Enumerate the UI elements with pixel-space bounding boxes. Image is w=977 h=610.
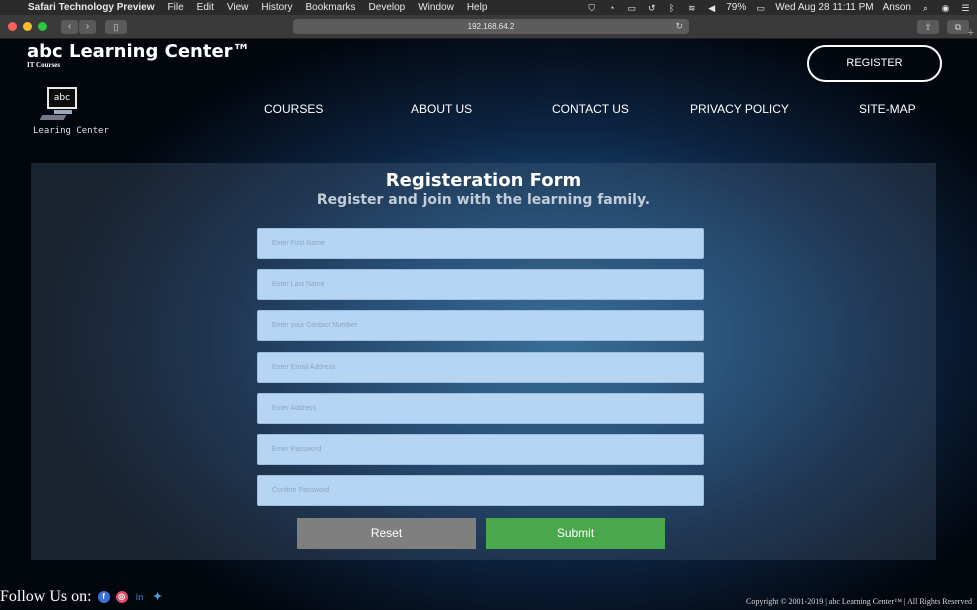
menu-app-name[interactable]: Safari Technology Preview [28, 2, 155, 13]
form-subtitle: Register and join with the learning fami… [316, 192, 651, 208]
instagram-icon[interactable]: ◎ [115, 591, 128, 603]
follow-us: Follow Us on: f ◎ in ✦ [0, 588, 164, 606]
last-name-field[interactable]: Enter Last Name [257, 269, 704, 300]
copyright-text: Copyright © 2001-2019 | abc Learning Cen… [746, 597, 972, 606]
share-icon[interactable]: ⇧ [917, 19, 939, 34]
browser-toolbar: ‹ › ▯ 192.168.64.2 ↻ ⇧ ⧉ [0, 15, 977, 39]
sidebar-toggle-icon[interactable]: ▯ [105, 19, 127, 34]
toolbar-right-buttons: ⇧ ⧉ [917, 19, 969, 34]
menu-help[interactable]: Help [467, 2, 488, 13]
menu-status-area: ⛉ ◔ ▭ ↺ ᛒ ≋ ◀ 79% ▭ Wed Aug 28 11:11 PM … [586, 2, 971, 13]
site-subtitle: IT Courses [27, 61, 61, 69]
email-field[interactable]: Enter Email Address [257, 352, 704, 383]
facebook-icon[interactable]: f [97, 591, 110, 603]
main-nav: COURSES ABOUT US CONTACT US PRIVACY POLI… [0, 102, 977, 118]
site-title: abc Learning Center™ [27, 41, 251, 62]
logo-caption: Learing Center [33, 126, 109, 136]
password-field[interactable]: Enter Password [257, 434, 704, 465]
new-tab-icon[interactable]: + [968, 27, 974, 39]
contact-number-field[interactable]: Enter your Contact Number [257, 310, 704, 341]
menu-file[interactable]: File [168, 2, 184, 13]
submit-button[interactable]: Submit [486, 518, 665, 549]
nav-courses[interactable]: COURSES [264, 102, 323, 116]
notification-center-icon[interactable]: ☰ [960, 3, 971, 13]
nav-contact-us[interactable]: CONTACT US [552, 102, 629, 116]
volume-icon[interactable]: ◀ [706, 3, 717, 13]
battery-percent: 79% [726, 2, 747, 13]
nav-privacy-policy[interactable]: PRIVACY POLICY [690, 102, 789, 116]
macos-menu-bar: Safari Technology Preview File Edit View… [0, 0, 977, 15]
address-field[interactable]: Enter Address [257, 393, 704, 424]
menu-datetime[interactable]: Wed Aug 28 11:11 PM [775, 2, 873, 13]
confirm-password-field[interactable]: Confirm Password [257, 475, 704, 506]
menu-user[interactable]: Anson [883, 2, 911, 13]
battery-icon[interactable]: ▭ [755, 3, 766, 13]
menu-window[interactable]: Window [418, 2, 454, 13]
first-name-field[interactable]: Enter First Name [257, 228, 704, 259]
form-title: Registeration Form [385, 170, 582, 191]
reload-icon[interactable]: ↻ [675, 19, 683, 34]
window-controls [8, 22, 47, 31]
close-window-button[interactable] [8, 22, 17, 31]
register-button[interactable]: REGISTER [807, 45, 942, 82]
display-icon[interactable]: ▭ [626, 3, 637, 13]
nav-about-us[interactable]: ABOUT US [411, 102, 472, 116]
zoom-window-button[interactable] [38, 22, 47, 31]
address-bar[interactable]: 192.168.64.2 ↻ [293, 19, 689, 34]
minimize-window-button[interactable] [23, 22, 32, 31]
timer-icon[interactable]: ◔ [606, 3, 617, 13]
follow-label: Follow Us on: [0, 588, 92, 605]
vpn-shield-icon[interactable]: ⛉ [586, 3, 597, 13]
spotlight-search-icon[interactable]: ⌕ [920, 3, 931, 13]
forward-arrow-icon[interactable]: › [79, 19, 96, 34]
menu-view[interactable]: View [227, 2, 249, 13]
tab-overview-icon[interactable]: ⧉ [947, 19, 969, 34]
registration-panel: Registeration Form Register and join wit… [31, 163, 936, 560]
bluetooth-icon[interactable]: ᛒ [666, 3, 677, 13]
address-bar-url: 192.168.64.2 [467, 22, 515, 31]
menu-history[interactable]: History [261, 2, 292, 13]
wifi-icon[interactable]: ≋ [686, 3, 697, 13]
siri-icon[interactable]: ◉ [940, 3, 951, 13]
reset-button[interactable]: Reset [297, 518, 476, 549]
history-nav: ‹ › [61, 19, 96, 34]
menu-bookmarks[interactable]: Bookmarks [306, 2, 356, 13]
nav-site-map[interactable]: SITE-MAP [859, 102, 916, 116]
time-machine-icon[interactable]: ↺ [646, 3, 657, 13]
linkedin-icon[interactable]: in [134, 591, 146, 603]
site-brand[interactable]: abc Learning Center™ IT Courses [27, 41, 251, 69]
menu-develop[interactable]: Develop [369, 2, 406, 13]
twitter-icon[interactable]: ✦ [152, 591, 164, 603]
back-arrow-icon[interactable]: ‹ [61, 19, 78, 34]
web-page: abc Learning Center™ IT Courses abc Lear… [0, 39, 977, 610]
menu-edit[interactable]: Edit [197, 2, 214, 13]
